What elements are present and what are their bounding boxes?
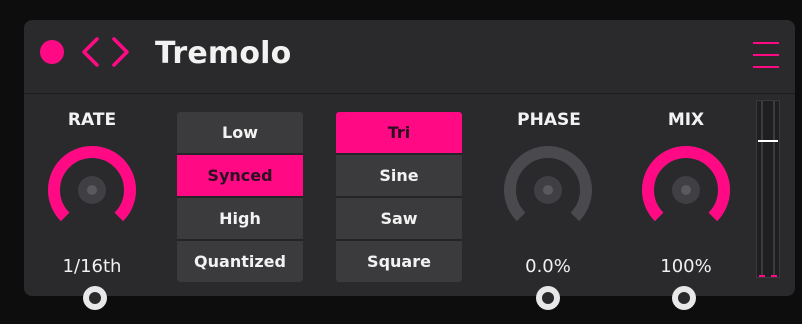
sync-mode-synced-button[interactable]: Synced	[177, 155, 303, 198]
mix-value: 100%	[660, 256, 712, 277]
rate-value: 1/16th	[62, 256, 122, 277]
fader-thumb[interactable]	[758, 139, 778, 142]
rate-mod-input-jack[interactable]	[83, 286, 107, 310]
phase-label: PHASE	[517, 110, 581, 130]
plugin-title: Tremolo	[155, 36, 292, 71]
meter-track-right	[773, 101, 775, 277]
waveform-tri-button[interactable]: Tri	[336, 112, 462, 155]
waveform-selector: Tri Sine Saw Square	[336, 112, 462, 282]
power-toggle-icon[interactable]	[40, 40, 64, 64]
hamburger-menu-icon[interactable]	[753, 41, 779, 69]
output-level-fader[interactable]	[756, 100, 780, 278]
phase-mod-input-jack[interactable]	[536, 286, 560, 310]
sync-mode-low-button[interactable]: Low	[177, 112, 303, 155]
sync-mode-quantized-button[interactable]: Quantized	[177, 241, 303, 282]
meter-level-right	[771, 275, 777, 277]
sync-mode-selector: Low Synced High Quantized	[177, 112, 303, 282]
tremolo-plugin-panel: Tremolo RATE 1/16th Low Synced High Quan…	[24, 20, 795, 310]
previous-preset-icon[interactable]	[81, 37, 99, 67]
mix-label: MIX	[667, 110, 705, 130]
rate-knob[interactable]	[42, 140, 142, 240]
phase-value: 0.0%	[525, 256, 571, 277]
mix-knob[interactable]	[636, 140, 736, 240]
meter-track-left	[761, 101, 763, 277]
waveform-saw-button[interactable]: Saw	[336, 198, 462, 241]
meter-level-left	[759, 275, 765, 277]
next-preset-icon[interactable]	[112, 37, 130, 67]
sync-mode-high-button[interactable]: High	[177, 198, 303, 241]
rate-label: RATE	[67, 110, 117, 130]
waveform-square-button[interactable]: Square	[336, 241, 462, 282]
plugin-header: Tremolo	[24, 20, 795, 94]
mix-mod-input-jack[interactable]	[672, 286, 696, 310]
phase-knob[interactable]	[498, 140, 598, 240]
waveform-sine-button[interactable]: Sine	[336, 155, 462, 198]
